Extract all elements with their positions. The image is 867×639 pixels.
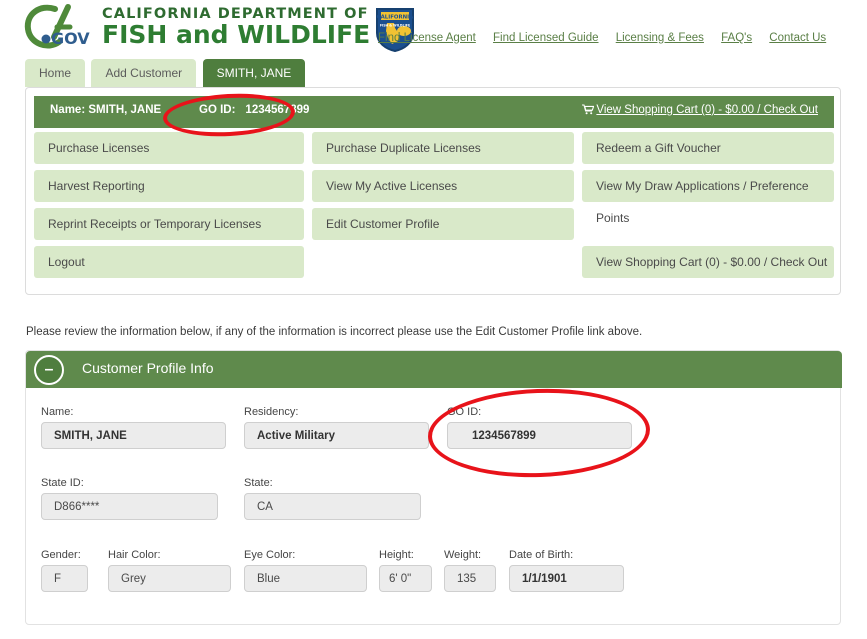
field-hair-color: Hair Color: Grey [108, 549, 231, 592]
shopping-cart-icon [582, 104, 595, 118]
field-height-label: Height: [379, 549, 414, 561]
menu-cell-empty [582, 208, 834, 240]
menu-item-purchase-licenses[interactable]: Purchase Licenses [34, 132, 304, 164]
department-line-2: FISH and WILDLIFE [102, 20, 371, 50]
tab-add-customer[interactable]: Add Customer [91, 59, 197, 87]
customer-name-label: Name: SMITH, JANE [50, 104, 162, 116]
page-root: GOV CALIFORNIA DEPARTMENT OF FISH and WI… [0, 0, 867, 639]
field-hair-color-value[interactable]: Grey [108, 565, 231, 592]
field-go-id: GO ID: 1234567899 [447, 406, 632, 449]
field-height-value[interactable]: 6' 0" [379, 565, 432, 592]
customer-profile-panel: – Customer Profile Info Name: SMITH, JAN… [25, 350, 842, 625]
field-state-label: State: [244, 477, 273, 489]
field-residency: Residency: Active Military [244, 406, 429, 449]
cdfw-shield-icon: CALIFORNIA FISH & WILDLIFE [374, 5, 416, 53]
field-date-of-birth-label: Date of Birth: [509, 549, 574, 561]
department-line-1: CALIFORNIA DEPARTMENT OF [102, 5, 369, 22]
menu-item-view-draw-applications[interactable]: View My Draw Applications / Preference P… [582, 170, 834, 225]
cdfw-logo[interactable]: GOV CALIFORNIA DEPARTMENT OF FISH and WI… [24, 2, 416, 53]
menu-item-logout[interactable]: Logout [34, 246, 304, 278]
field-name-value[interactable]: SMITH, JANE [41, 422, 226, 449]
field-go-id-label: GO ID: [447, 406, 482, 418]
link-find-license-agent[interactable]: Find License Agent [378, 32, 476, 44]
field-go-id-value[interactable]: 1234567899 [447, 422, 632, 449]
field-date-of-birth-value[interactable]: 1/1/1901 [509, 565, 624, 592]
svg-text:FISH & WILDLIFE: FISH & WILDLIFE [380, 24, 410, 28]
field-state-id: State ID: D866**** [41, 477, 218, 520]
view-shopping-cart-link[interactable]: View Shopping Cart (0) - $0.00 / Check O… [582, 104, 818, 118]
customer-identity-bar: Name: SMITH, JANE GO ID: 1234567899 View … [34, 96, 834, 128]
field-eye-color-label: Eye Color: [244, 549, 296, 561]
department-name: CALIFORNIA DEPARTMENT OF FISH and WILDLI… [102, 7, 370, 48]
ca-gov-mark-icon: GOV [24, 3, 98, 51]
field-gender-value[interactable]: F [41, 565, 88, 592]
menu-row: Purchase Licenses Purchase Duplicate Lic… [34, 132, 834, 164]
menu-item-purchase-duplicate-licenses[interactable]: Purchase Duplicate Licenses [312, 132, 574, 164]
field-name: Name: SMITH, JANE [41, 406, 226, 449]
menu-row: Logout View Shopping Cart (0) - $0.00 / … [34, 246, 834, 278]
field-gender: Gender: F [41, 549, 88, 592]
field-eye-color: Eye Color: Blue [244, 549, 367, 592]
field-gender-label: Gender: [41, 549, 81, 561]
menu-item-harvest-reporting[interactable]: Harvest Reporting [34, 170, 304, 202]
utility-links: Find License Agent Find Licensed Guide L… [378, 32, 826, 44]
menu-item-edit-customer-profile[interactable]: Edit Customer Profile [312, 208, 574, 240]
customer-action-grid: Purchase Licenses Purchase Duplicate Lic… [34, 132, 834, 284]
tab-home[interactable]: Home [25, 59, 86, 87]
field-weight: Weight: 135 [444, 549, 496, 592]
link-contact-us[interactable]: Contact Us [769, 32, 826, 44]
link-find-licensed-guide[interactable]: Find Licensed Guide [493, 32, 598, 44]
menu-cell-empty [312, 246, 574, 278]
svg-text:CALIFORNIA: CALIFORNIA [377, 15, 415, 21]
field-weight-label: Weight: [444, 549, 482, 561]
minus-icon[interactable]: – [34, 355, 64, 385]
cart-link-label: View Shopping Cart (0) - $0.00 / Check O… [596, 104, 818, 116]
field-state-id-label: State ID: [41, 477, 84, 489]
tab-bar: Home Add Customer SMITH, JANE [25, 59, 307, 87]
field-hair-color-label: Hair Color: [108, 549, 161, 561]
field-weight-value[interactable]: 135 [444, 565, 496, 592]
field-state-value[interactable]: CA [244, 493, 421, 520]
field-eye-color-value[interactable]: Blue [244, 565, 367, 592]
field-date-of-birth: Date of Birth: 1/1/1901 [509, 549, 624, 592]
review-notice: Please review the information below, if … [26, 326, 643, 338]
field-residency-label: Residency: [244, 406, 299, 418]
field-name-label: Name: [41, 406, 74, 418]
tab-customer-smith-jane[interactable]: SMITH, JANE [202, 59, 306, 87]
menu-item-view-active-licenses[interactable]: View My Active Licenses [312, 170, 574, 202]
menu-item-view-shopping-cart[interactable]: View Shopping Cart (0) - $0.00 / Check O… [582, 246, 834, 278]
menu-item-redeem-gift-voucher[interactable]: Redeem a Gift Voucher [582, 132, 834, 164]
field-state: State: CA [244, 477, 421, 520]
link-faqs[interactable]: FAQ's [721, 32, 752, 44]
menu-item-reprint-receipts[interactable]: Reprint Receipts or Temporary Licenses [34, 208, 304, 240]
menu-row: Reprint Receipts or Temporary Licenses E… [34, 208, 834, 240]
field-state-id-value[interactable]: D866**** [41, 493, 218, 520]
field-residency-value[interactable]: Active Military [244, 422, 429, 449]
svg-text:GOV: GOV [51, 29, 90, 48]
customer-profile-header: – Customer Profile Info [26, 351, 842, 388]
link-licensing-and-fees[interactable]: Licensing & Fees [616, 32, 704, 44]
site-masthead: GOV CALIFORNIA DEPARTMENT OF FISH and WI… [0, 0, 867, 56]
goid-value: 1234567899 [245, 104, 310, 116]
customer-goid-group: GO ID: 1234567899 [199, 104, 309, 116]
menu-row: Harvest Reporting View My Active License… [34, 170, 834, 225]
field-height: Height: 6' 0" [379, 549, 432, 592]
goid-label: GO ID: [199, 104, 236, 116]
customer-menu-panel: Name: SMITH, JANE GO ID: 1234567899 View … [25, 87, 841, 295]
panel-title: Customer Profile Info [82, 360, 214, 376]
